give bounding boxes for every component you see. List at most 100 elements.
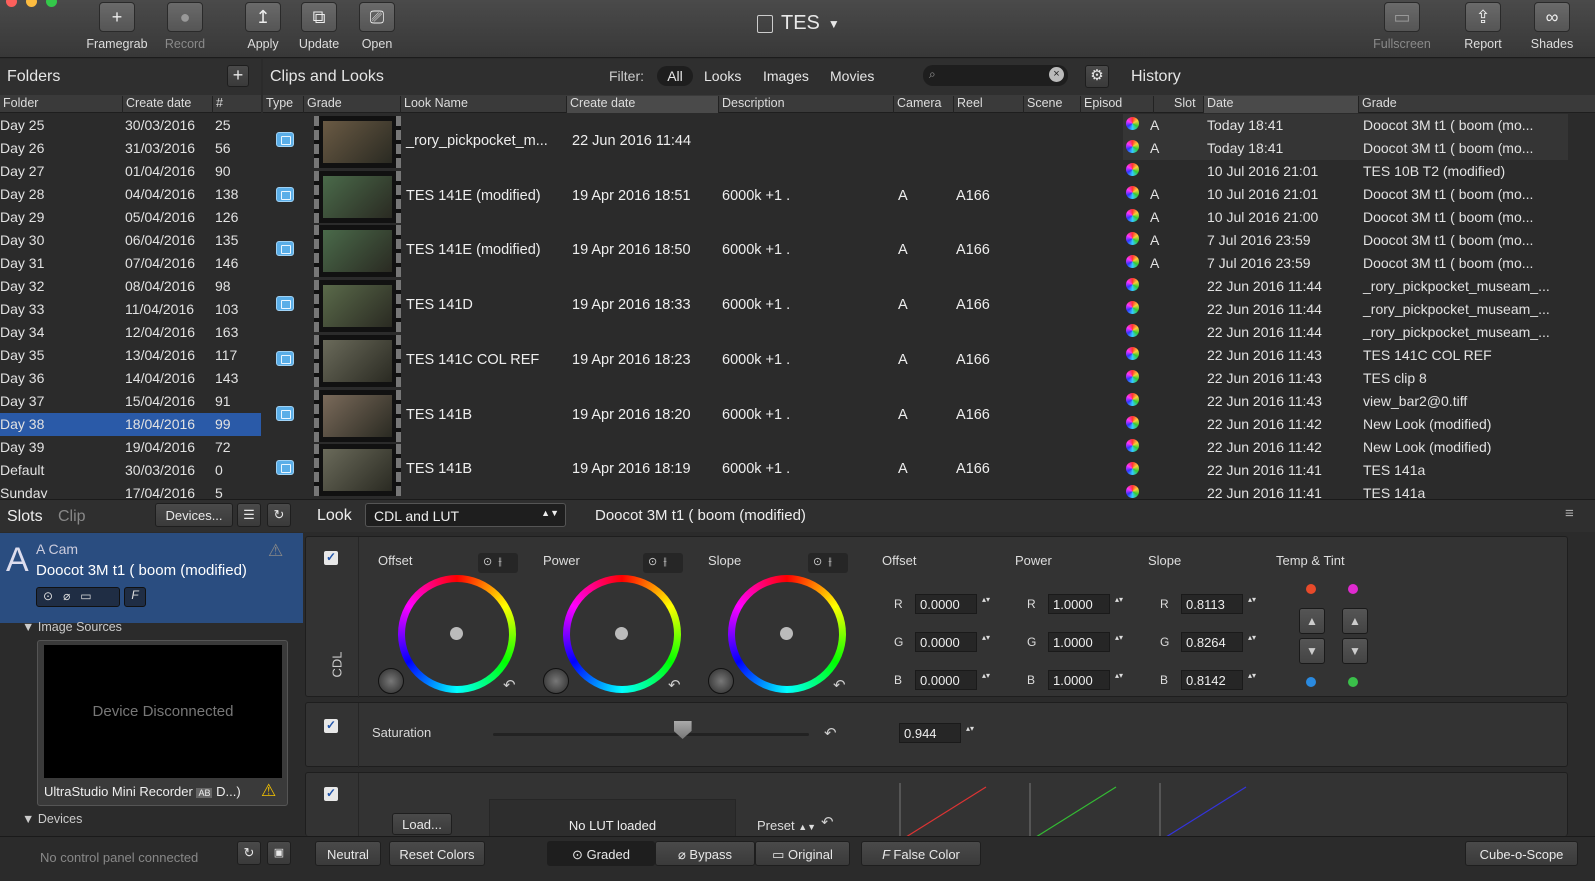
tab-slots[interactable]: Slots [7,508,43,526]
clip-row[interactable]: TES 141B 19 Apr 2016 18:20 6000k +1 . A A166 [263,388,1123,443]
history-row[interactable]: 10 Jul 2016 21:01 TES 10B T2 (modified) [1123,160,1568,183]
lut-reset-icon[interactable]: ↶ [821,813,834,831]
col-slot[interactable]: Slot [1153,96,1203,113]
offset-g-field[interactable]: 0.0000 [915,632,990,652]
col-description[interactable]: Description [718,96,893,113]
col-create-date[interactable]: Create date [122,96,212,113]
folder-row[interactable]: Day 30 06/04/2016 135 [0,229,261,252]
refresh-button[interactable]: ↻ [267,503,291,527]
col-episode[interactable]: Episod [1080,96,1123,113]
zoom-window-button[interactable] [46,0,57,7]
filter-looks[interactable]: Looks [704,68,741,84]
folder-row[interactable]: Day 35 13/04/2016 117 [0,344,261,367]
temp-up-button[interactable]: ▲ [1299,608,1325,634]
close-window-button[interactable] [6,0,17,7]
graded-button[interactable]: ⊙ Graded [547,841,655,866]
load-lut-button[interactable]: Load... [392,813,452,835]
saturation-slider[interactable] [493,721,809,739]
preset-select[interactable]: Preset ▲▼ [757,818,816,833]
slope-b-field[interactable]: 0.8142 [1181,670,1256,690]
col-clip-create-date[interactable]: Create date [566,96,718,113]
original-button[interactable]: ▭ Original [755,841,850,866]
history-row[interactable]: A 7 Jul 2016 23:59 Doocot 3M t1 ( boom (mo… [1123,252,1568,275]
settings-button[interactable]: ⚙ [1085,65,1109,88]
neutral-button[interactable]: Neutral [315,841,381,866]
wheel-mode-toggle-power[interactable]: ⊙⫲ [643,553,683,573]
history-row[interactable]: A 10 Jul 2016 21:00 Doocot 3M t1 ( boom (m… [1123,206,1568,229]
col-type[interactable]: Type [263,96,303,113]
wheel-reset-icon[interactable]: ↶ [503,676,516,694]
saturation-slider-thumb[interactable] [673,721,692,739]
history-row[interactable]: 22 Jun 2016 11:41 TES 141a [1123,459,1568,482]
reset-colors-button[interactable]: Reset Colors [389,841,485,866]
slope-g-field[interactable]: 0.8264 [1181,632,1256,652]
false-color-toggle[interactable]: F [124,587,146,607]
look-mode-select[interactable]: CDL and LUT ▲▼ [365,503,566,527]
report-button[interactable]: ⇪ Report [1448,2,1518,51]
col-camera[interactable]: Camera [893,96,953,113]
folder-row[interactable]: Day 29 05/04/2016 126 [0,206,261,229]
power-g-field[interactable]: 1.0000 [1048,632,1123,652]
filter-images[interactable]: Images [763,68,809,84]
add-folder-button[interactable]: + [227,65,249,87]
clip-row[interactable]: _rory_pickpocket_m... 22 Jun 2016 11:44 [263,114,1123,169]
slot-card[interactable]: A A Cam Doocot 3M t1 ( boom (modified) ⚠… [0,533,303,623]
folder-row[interactable]: Day 31 07/04/2016 146 [0,252,261,275]
history-row[interactable]: 22 Jun 2016 11:42 New Look (modified) [1123,436,1568,459]
record-button[interactable]: ● Record [150,2,220,51]
clip-row[interactable]: TES 141D 19 Apr 2016 18:33 6000k +1 . A A166 [263,278,1123,333]
offset-r-field[interactable]: 0.0000 [915,594,990,614]
folder-row[interactable]: Day 34 12/04/2016 163 [0,321,261,344]
lut-enable-checkbox[interactable]: ✓ [324,787,338,801]
power-b-field[interactable]: 1.0000 [1048,670,1123,690]
wheel-knob-power[interactable] [543,668,569,694]
search-input[interactable]: ⌕ × [923,65,1068,86]
history-row[interactable]: A 10 Jul 2016 21:01 Doocot 3M t1 ( boom (m… [1123,183,1568,206]
slot-mode-buttons[interactable]: ⊙⌀▭ [36,587,120,607]
col-folder[interactable]: Folder [0,96,122,113]
col-history-grade[interactable]: Grade [1358,96,1595,113]
folder-row[interactable]: Day 36 14/04/2016 143 [0,367,261,390]
device-card[interactable]: Device Disconnected UltraStudio Mini Rec… [37,640,288,806]
panel-settings-button[interactable]: ▣ [267,841,291,865]
power-r-field[interactable]: 1.0000 [1048,594,1123,614]
color-wheel-slope[interactable] [728,575,846,693]
wheel-mode-toggle-offset[interactable]: ⊙⫲ [478,553,518,573]
col-scene[interactable]: Scene [1023,96,1080,113]
clear-search-icon[interactable]: × [1049,67,1064,82]
devices-button[interactable]: Devices... [155,503,233,527]
history-row[interactable]: 22 Jun 2016 11:43 view_bar2@0.tiff [1123,390,1568,413]
tab-clip[interactable]: Clip [58,508,86,526]
col-count[interactable]: # [212,96,261,113]
wheel-knob-slope[interactable] [708,668,734,694]
folder-row[interactable]: Day 32 08/04/2016 98 [0,275,261,298]
minimize-window-button[interactable] [26,0,37,7]
col-look-name[interactable]: Look Name [400,96,566,113]
fullscreen-button[interactable]: ▭ Fullscreen [1367,2,1437,51]
cube-o-scope-button[interactable]: Cube-o-Scope [1465,841,1578,866]
bypass-button[interactable]: ⌀ Bypass [655,841,755,866]
clip-row[interactable]: TES 141E (modified) 19 Apr 2016 18:50 6000… [263,223,1123,278]
document-title[interactable]: TES ▼ [757,12,840,35]
folder-row[interactable]: Day 27 01/04/2016 90 [0,160,261,183]
filter-all[interactable]: All [657,66,693,86]
history-row[interactable]: 22 Jun 2016 11:44 _rory_pickpocket_museam… [1123,275,1568,298]
framegrab-button[interactable]: + Framegrab [82,2,152,51]
saturation-value-field[interactable]: 0.944 [899,723,974,743]
color-wheel-offset[interactable] [398,575,516,693]
history-row[interactable]: A Today 18:41 Doocot 3M t1 ( boom (mo... [1123,114,1568,137]
folder-row[interactable]: Day 25 30/03/2016 25 [0,114,261,137]
wheel-reset-icon[interactable]: ↶ [668,676,681,694]
history-row[interactable]: 22 Jun 2016 11:43 TES 141C COL REF [1123,344,1568,367]
folder-row[interactable]: Day 26 31/03/2016 56 [0,137,261,160]
history-row[interactable]: A Today 18:41 Doocot 3M t1 ( boom (mo... [1123,137,1568,160]
cdl-enable-checkbox[interactable]: ✓ [324,551,338,565]
image-sources-toggle[interactable]: ▼ Image Sources [22,620,122,634]
tint-down-button[interactable]: ▼ [1342,638,1368,664]
shades-button[interactable]: ∞ Shades [1517,2,1587,51]
filter-movies[interactable]: Movies [830,68,874,84]
saturation-enable-checkbox[interactable]: ✓ [324,719,338,733]
history-row[interactable]: 22 Jun 2016 11:43 TES clip 8 [1123,367,1568,390]
folder-row[interactable]: Day 39 19/04/2016 72 [0,436,261,459]
false-color-button[interactable]: F False Color [861,841,981,866]
